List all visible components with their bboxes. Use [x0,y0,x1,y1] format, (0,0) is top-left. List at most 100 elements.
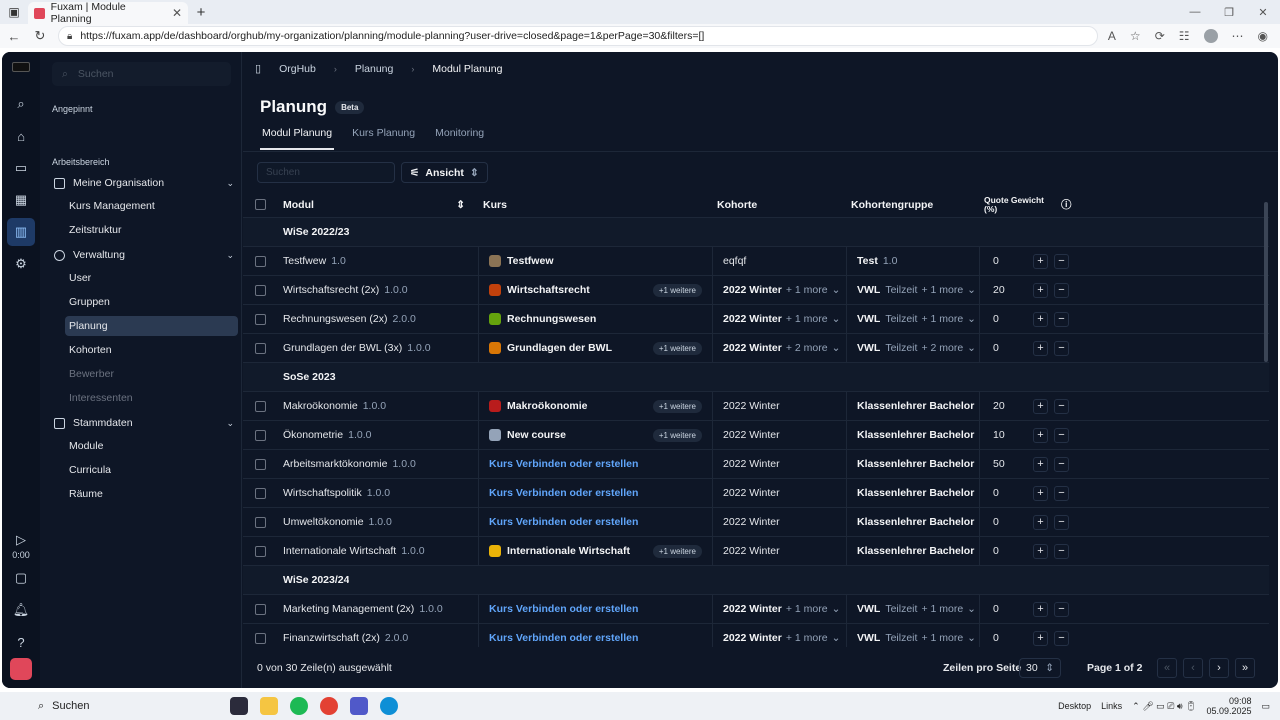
decrement-button[interactable]: − [1054,630,1069,646]
decrement-button[interactable]: − [1054,456,1069,472]
kohortengruppe-more[interactable]: + 2 more [921,342,963,354]
increment-button[interactable]: + [1033,630,1048,646]
search-icon[interactable]: ⌕ [7,90,35,118]
connect-course-link[interactable]: Kurs Verbinden oder erstellen [489,603,638,615]
row-checkbox[interactable] [255,516,266,528]
tab-monitoring[interactable]: Monitoring [433,125,486,150]
decrement-button[interactable]: − [1054,398,1069,414]
table-row[interactable]: Arbeitsmarktökonomie 1.0.0 Kurs Verbinden … [243,450,1269,479]
sidebar-item-curricula[interactable]: Curricula [65,460,238,480]
col-modul[interactable]: Modul [283,199,314,211]
settings-icon[interactable]: ⚙ [7,250,35,278]
weitere-badge[interactable]: +1 weitere [652,341,702,355]
decrement-button[interactable]: − [1054,253,1069,269]
help-icon[interactable]: ? [7,628,35,656]
table-row[interactable]: Ökonometrie 1.0.0 New course +1 weitere 2022… [243,421,1269,450]
extensions-icon[interactable]: ⟳ [1155,29,1165,43]
course-name[interactable]: Testfwew [507,255,553,267]
sidebar-item-kurs-management[interactable]: Kurs Management [65,196,238,216]
increment-button[interactable]: + [1033,456,1048,472]
more-icon[interactable]: ⋯ [1232,29,1244,43]
edge-icon[interactable] [380,697,398,715]
sidebar-search[interactable]: ⌕ Suchen [52,62,231,86]
sidebar-item-module[interactable]: Module [65,436,238,456]
weitere-badge[interactable]: +1 weitere [652,428,702,442]
chrome-icon[interactable] [320,697,338,715]
connect-course-link[interactable]: Kurs Verbinden oder erstellen [489,487,638,499]
kohorte-more[interactable]: + 1 more [786,313,828,325]
increment-button[interactable]: + [1033,514,1048,530]
kohortengruppe-more[interactable]: + 1 more [921,313,963,325]
quote-value[interactable]: 0 [979,508,1029,536]
table-row[interactable]: Grundlagen der BWL (3x) 1.0.0 Grundlagen d… [243,334,1269,363]
course-name[interactable]: Grundlagen der BWL [507,342,612,354]
table-row[interactable]: Testfwew 1.0 Testfwew eqfqf Test 1.0 0 + − [243,247,1269,276]
row-checkbox[interactable] [255,284,266,296]
increment-button[interactable]: + [1033,253,1048,269]
quote-value[interactable]: 0 [979,537,1029,565]
increment-button[interactable]: + [1033,282,1048,298]
close-tab-icon[interactable]: ✕ [172,6,182,20]
increment-button[interactable]: + [1033,311,1048,327]
increment-button[interactable]: + [1033,340,1048,356]
course-name[interactable]: New course [507,429,566,441]
quote-value[interactable]: 0 [979,334,1029,362]
window-menu-icon[interactable]: ▣ [0,0,28,24]
increment-button[interactable]: + [1033,543,1048,559]
kohorte-more[interactable]: + 1 more [786,603,828,615]
sidebar-item-kohorten[interactable]: Kohorten [65,340,238,360]
row-checkbox[interactable] [255,400,266,412]
sidebar-item-bewerber[interactable]: Bewerber [65,364,238,384]
quote-value[interactable]: 0 [979,305,1029,333]
table-row[interactable]: Finanzwirtschaft (2x) 2.0.0 Kurs Verbinden… [243,624,1269,647]
quote-value[interactable]: 10 [979,421,1029,449]
weitere-badge[interactable]: +1 weitere [652,544,702,558]
home-icon[interactable]: ⌂ [7,122,35,150]
increment-button[interactable]: + [1033,601,1048,617]
quote-value[interactable]: 50 [979,450,1029,478]
table-row[interactable]: Umweltökonomie 1.0.0 Kurs Verbinden oder e… [243,508,1269,537]
connect-course-link[interactable]: Kurs Verbinden oder erstellen [489,632,638,644]
decrement-button[interactable]: − [1054,601,1069,617]
row-checkbox[interactable] [255,603,266,615]
teams-icon[interactable] [350,697,368,715]
increment-button[interactable]: + [1033,398,1048,414]
quote-value[interactable]: 0 [979,624,1029,647]
table-row[interactable]: Wirtschaftsrecht (2x) 1.0.0 Wirtschaftsrec… [243,276,1269,305]
sidebar-item-user[interactable]: User [65,268,238,288]
connect-course-link[interactable]: Kurs Verbinden oder erstellen [489,516,638,528]
address-bar[interactable]: 🔒︎ https://fuxam.app/de/dashboard/orghub… [58,26,1098,46]
sort-icon[interactable]: ⇕ [456,199,465,211]
spotify-icon[interactable] [290,697,308,715]
breadcrumb-orghub[interactable]: OrgHub [279,63,316,75]
increment-button[interactable]: + [1033,485,1048,501]
rows-per-page-select[interactable]: 30 ⇕ [1019,658,1061,678]
row-checkbox[interactable] [255,313,266,325]
kohorte-more[interactable]: + 1 more [786,632,828,644]
row-checkbox[interactable] [255,487,266,499]
view-button[interactable]: ⚟ Ansicht ⇕ [401,162,488,183]
row-checkbox[interactable] [255,545,266,557]
row-checkbox[interactable] [255,342,266,354]
taskbar-search[interactable]: ⌕ Suchen [0,700,230,713]
table-row[interactable]: Internationale Wirtschaft 1.0.0 Internatio… [243,537,1269,566]
course-name[interactable]: Rechnungswesen [507,313,596,325]
quote-value[interactable]: 20 [979,392,1029,420]
profile-avatar[interactable] [1203,29,1218,43]
quote-value[interactable]: 0 [979,247,1029,275]
decrement-button[interactable]: − [1054,311,1069,327]
read-aloud-icon[interactable]: A [1108,29,1116,43]
decrement-button[interactable]: − [1054,543,1069,559]
course-name[interactable]: Internationale Wirtschaft [507,545,630,557]
sidebar-item-zeitstruktur[interactable]: Zeitstruktur [65,220,238,240]
notification-icon[interactable]: 🔔︎ [7,596,35,624]
tab-modul-planung[interactable]: Modul Planung [260,125,335,150]
decrement-button[interactable]: − [1054,427,1069,443]
close-window-icon[interactable]: ✕ [1246,6,1280,19]
decrement-button[interactable]: − [1054,340,1069,356]
kohortengruppe-more[interactable]: + 1 more [921,632,963,644]
decrement-button[interactable]: − [1054,485,1069,501]
sidebar-item-raeume[interactable]: Räume [65,484,238,504]
file-explorer-icon[interactable] [260,697,278,715]
table-row[interactable]: Rechnungswesen (2x) 2.0.0 Rechnungswesen 20… [243,305,1269,334]
